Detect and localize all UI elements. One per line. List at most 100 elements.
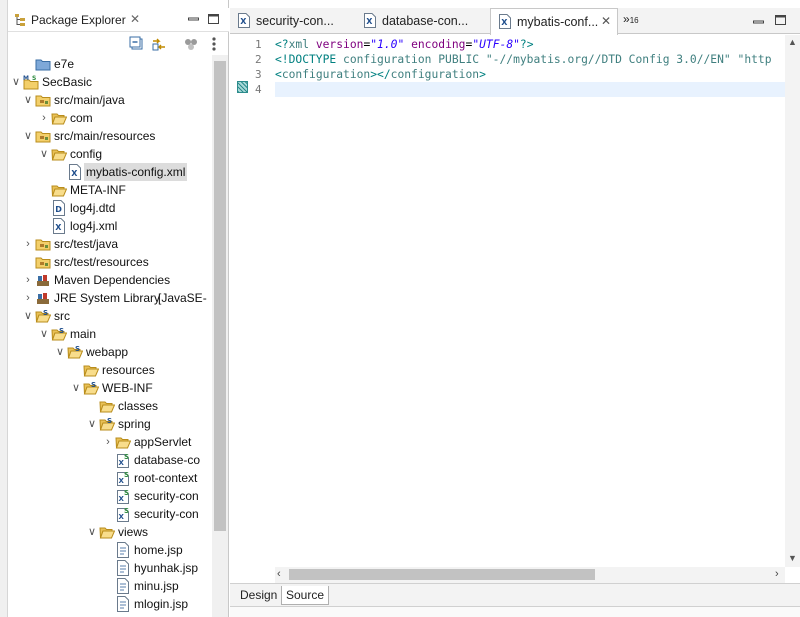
scrollbar-thumb[interactable] — [214, 61, 226, 531]
tab-overflow-button[interactable]: »16 — [623, 12, 639, 26]
expanded-chevron-icon[interactable]: ∨ — [10, 73, 22, 91]
collapsed-chevron-icon[interactable]: › — [22, 289, 34, 307]
link-with-editor-icon[interactable] — [151, 36, 167, 52]
focus-icon[interactable] — [183, 36, 199, 52]
expanded-chevron-icon[interactable]: ∨ — [86, 523, 98, 541]
tree-item-jre-system-library[interactable]: › JRE System Library [JavaSE- — [8, 289, 212, 307]
scroll-up-icon[interactable]: ▲ — [788, 37, 797, 47]
scroll-left-icon[interactable]: ‹ — [277, 568, 281, 580]
tree-item-maven-dependencies[interactable]: › Maven Dependencies — [8, 271, 212, 289]
spring-xml-icon: XS — [117, 489, 129, 504]
tab-source[interactable]: Source — [281, 586, 330, 605]
scrollbar-thumb[interactable] — [289, 569, 595, 580]
expanded-chevron-icon[interactable]: ∨ — [38, 325, 50, 343]
spring-folder-icon: S — [83, 381, 99, 395]
tree-item-webapp[interactable]: ∨ Swebapp — [8, 343, 212, 361]
tab-mybatis-config[interactable]: X mybatis-conf... ✕ — [490, 8, 618, 35]
tree-item-com[interactable]: › com — [8, 109, 212, 127]
maximize-icon[interactable] — [208, 14, 219, 24]
tree-item-src[interactable]: ∨ Ssrc — [8, 307, 212, 325]
tree-item-label: META-INF — [70, 183, 126, 197]
svg-text:S: S — [124, 507, 129, 515]
tab-security-config[interactable]: X security-con... — [230, 8, 354, 34]
collapsed-chevron-icon[interactable]: › — [22, 271, 34, 289]
expanded-chevron-icon[interactable]: ∨ — [54, 343, 66, 361]
expanded-chevron-icon[interactable]: ∨ — [22, 91, 34, 109]
expanded-chevron-icon[interactable]: ∨ — [22, 307, 34, 325]
editor-horizontal-scrollbar[interactable]: ‹ › — [275, 567, 785, 583]
code-text[interactable]: <?xml version="1.0" encoding="UTF-8"?> <… — [275, 35, 785, 567]
package-explorer-tab[interactable]: Package Explorer ✕ — [8, 8, 229, 32]
dtd-file-icon: D — [53, 200, 65, 216]
tree-item-label: security-con — [134, 489, 199, 503]
tree-item-secbasic[interactable]: ∨ M S SecBasic — [8, 73, 212, 91]
tree-item-minu-jsp[interactable]: minu.jsp — [8, 577, 212, 595]
tree-item-spring[interactable]: ∨ Sspring — [8, 415, 212, 433]
tree-item-label: SecBasic — [42, 75, 93, 89]
expanded-chevron-icon[interactable]: ∨ — [38, 145, 50, 163]
expanded-chevron-icon[interactable]: ∨ — [70, 379, 82, 397]
tree-item-main[interactable]: ∨ Smain — [8, 325, 212, 343]
tree-item-hyunhak-jsp[interactable]: hyunhak.jsp — [8, 559, 212, 577]
collapsed-chevron-icon[interactable]: › — [102, 433, 114, 451]
tab-database-config[interactable]: X database-con... — [356, 8, 488, 34]
token: "-//mybatis.org//DTD Config 3.0//EN" — [485, 53, 731, 66]
tree-item-resources[interactable]: resources — [8, 361, 212, 379]
expanded-chevron-icon[interactable]: ∨ — [22, 127, 34, 145]
tree-item-config[interactable]: ∨ config — [8, 145, 212, 163]
maximize-icon[interactable] — [775, 15, 786, 25]
collapsed-chevron-icon[interactable]: › — [38, 109, 50, 127]
jsp-file-icon — [117, 578, 129, 594]
minimize-icon[interactable] — [188, 14, 199, 24]
scroll-right-icon[interactable]: › — [775, 568, 779, 580]
source-folder-icon — [35, 131, 51, 143]
maven-project-icon: MS — [23, 75, 39, 90]
collapse-all-icon[interactable] — [129, 36, 145, 52]
tree-item-classes[interactable]: classes — [8, 397, 212, 415]
tree-item-root-context[interactable]: X S root-context — [8, 469, 212, 487]
tree-item-log4j-dtd[interactable]: Dlog4j.dtd — [8, 199, 212, 217]
tree-item-src-test-java[interactable]: › src/test/java — [8, 235, 212, 253]
tree-item-label: com — [70, 111, 93, 125]
tree-item-security-con[interactable]: X S security-con — [8, 505, 212, 523]
source-editor[interactable]: 1 2 3 4 <?xml version="1.0" encoding="UT… — [230, 35, 800, 567]
tree-item-views[interactable]: ∨ views — [8, 523, 212, 541]
tree-item-label: Maven Dependencies — [54, 273, 171, 287]
close-icon[interactable]: ✕ — [601, 14, 611, 28]
minimize-icon[interactable] — [753, 18, 764, 26]
scroll-down-icon[interactable]: ▼ — [788, 553, 797, 563]
collapsed-chevron-icon[interactable]: › — [22, 235, 34, 253]
view-menu-icon[interactable] — [206, 36, 222, 52]
explorer-vertical-scrollbar[interactable] — [212, 55, 228, 617]
tree-item-src-main-java[interactable]: ∨ src/main/java — [8, 91, 212, 109]
folder-icon — [115, 437, 131, 449]
token: encoding — [411, 38, 466, 51]
tree-item-src-test-resources[interactable]: src/test/resources — [8, 253, 212, 271]
tree-item-security-con[interactable]: X S security-con — [8, 487, 212, 505]
editor-vertical-scrollbar[interactable]: ▲ ▼ — [785, 35, 800, 567]
svg-text:X: X — [55, 223, 62, 232]
spring-folder-icon: S — [67, 345, 83, 359]
explorer-toolbar — [8, 33, 229, 55]
tree-item-mybatis-config-xml[interactable]: Xmybatis-config.xml — [8, 163, 212, 181]
tree-item-mlogin-jsp[interactable]: mlogin.jsp — [8, 595, 212, 613]
code-line-3: <configuration></configuration> — [275, 67, 486, 82]
token: PUBLIC — [431, 53, 486, 66]
tree-item-meta-inf[interactable]: META-INF — [8, 181, 212, 199]
svg-text:S: S — [124, 489, 129, 497]
tree-item-web-inf[interactable]: ∨ S WEB-INF — [8, 379, 212, 397]
tree-item-appservlet[interactable]: › appServlet — [8, 433, 212, 451]
tree-item-label: security-con — [134, 507, 199, 521]
close-icon[interactable]: ✕ — [130, 12, 140, 26]
tree-item-home-jsp[interactable]: home.jsp — [8, 541, 212, 559]
tab-label: mybatis-conf... — [517, 15, 599, 29]
spring-folder-icon: S — [51, 327, 67, 341]
tree-item-decoration: [JavaSE- — [158, 291, 207, 305]
library-icon — [37, 293, 49, 304]
tree-item-log4j-xml[interactable]: Xlog4j.xml — [8, 217, 212, 235]
tree-item-database-co[interactable]: X S database-co — [8, 451, 212, 469]
tab-design[interactable]: Design — [236, 586, 281, 605]
tree-item-src-main-resources[interactable]: ∨ src/main/resources — [8, 127, 212, 145]
tree-item-e7e[interactable]: e7e — [8, 55, 212, 73]
expanded-chevron-icon[interactable]: ∨ — [86, 415, 98, 433]
